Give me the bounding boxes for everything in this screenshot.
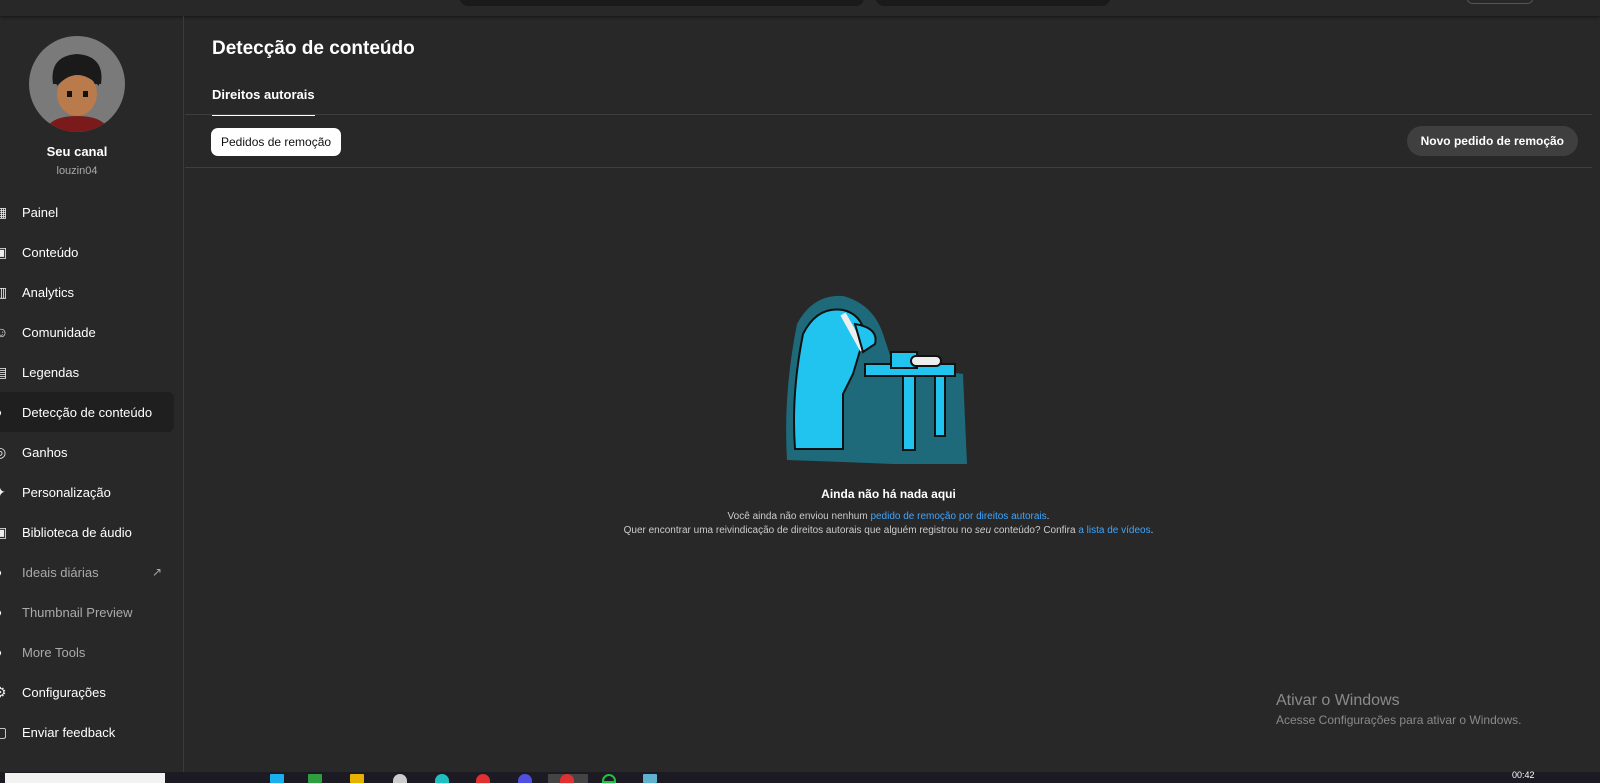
app-icon[interactable] — [270, 774, 284, 783]
avatar[interactable] — [29, 36, 125, 132]
extension-icon: ● — [0, 644, 22, 660]
sidebar-item-ideais-di-rias[interactable]: ●Ideais diárias ↗ — [0, 552, 174, 592]
empty-state-title: Ainda não há nada aqui — [821, 487, 956, 501]
sidebar-item-thumbnail-preview[interactable]: ●Thumbnail Preview — [0, 592, 174, 632]
sidebar-item-enviar-feedback[interactable]: ▢ Enviar feedback — [0, 712, 174, 752]
sidebar-item-label: Painel — [22, 204, 59, 220]
customization-icon: ✦ — [0, 484, 22, 501]
community-icon: ☺ — [0, 324, 9, 340]
app-icon[interactable] — [518, 774, 532, 783]
main-content: Detecção de conteúdo Direitos autorais P… — [185, 16, 1592, 772]
sidebar-item-label: Thumbnail Preview — [22, 604, 133, 620]
app-icon[interactable] — [476, 774, 490, 783]
sidebar-item-ganhos[interactable]: ◎ Ganhos — [0, 432, 174, 472]
sidebar-item-comunidade[interactable]: ☺ Comunidade — [0, 312, 174, 352]
sidebar-item-label: Comunidade — [22, 324, 96, 340]
empty-state-text: Você ainda não enviou nenhum pedido de r… — [185, 510, 1592, 538]
app-icon[interactable] — [643, 774, 657, 783]
windows-activation-watermark: Ativar o Windows Acesse Configurações pa… — [1276, 692, 1521, 727]
text: conteúdo? Confira — [991, 525, 1079, 536]
tab-copyright[interactable]: Direitos autorais — [212, 87, 315, 116]
sidebar-item-personaliza-o[interactable]: ✦Personalização — [0, 472, 174, 512]
sidebar-nav: ▦ Painel ▣ Conteúdo ▥ Analytics ☺ Comunidade ▤ Le… — [0, 192, 174, 752]
sidebar-item-detec-o-de-conte-do[interactable]: ●Detecção de conteúdo — [0, 392, 174, 432]
sidebar-item-label: Biblioteca de áudio — [22, 524, 132, 540]
text: seu — [974, 525, 992, 536]
folder-icon[interactable] — [350, 774, 364, 783]
watermark-title: Ativar o Windows — [1276, 692, 1400, 709]
copyright-icon: ● — [0, 404, 22, 420]
search-box-secondary[interactable] — [876, 0, 1110, 6]
empty-state-illustration — [786, 295, 967, 464]
text: Quer encontrar uma reivindicação de dire… — [623, 525, 975, 536]
browser-icon[interactable] — [435, 774, 449, 783]
app-icon[interactable] — [393, 774, 407, 783]
extension-icon: ● — [0, 564, 22, 580]
sidebar-item-label: Ganhos — [22, 444, 68, 460]
audio-library-icon: ▣ — [0, 523, 8, 540]
sidebar-item-conte-do[interactable]: ▣ Conteúdo — [0, 232, 174, 272]
sidebar: Seu canal louzin04 ▦ Painel ▣ Conteúdo ▥ Anal… — [0, 16, 184, 772]
external-link-icon: ↗ — [151, 565, 162, 579]
sidebar-item-label: Ideais diárias — [22, 564, 99, 580]
feedback-icon: ▢ — [0, 723, 8, 740]
settings-icon: ⚙ — [0, 683, 7, 700]
watermark-subtitle: Acesse Configurações para ativar o Windo… — [1276, 713, 1522, 727]
divider — [185, 167, 1592, 168]
analytics-icon: ▥ — [0, 283, 8, 300]
new-removal-request-button[interactable]: Novo pedido de remoção — [1406, 126, 1578, 156]
clock[interactable]: 00:42 — [1512, 770, 1535, 780]
sidebar-item-more-tools[interactable]: ●More Tools — [0, 632, 174, 672]
sidebar-item-biblioteca-de-udio[interactable]: ▣ Biblioteca de áudio — [0, 512, 174, 552]
video-list-link[interactable]: a lista de vídeos — [1078, 525, 1150, 536]
extension-icon: ● — [0, 604, 22, 620]
dashboard-icon: ▦ — [0, 203, 8, 220]
sidebar-item-label: Enviar feedback — [22, 724, 116, 740]
text: . — [1150, 525, 1154, 536]
search-box[interactable] — [460, 0, 864, 6]
sidebar-item-label: Configurações — [22, 684, 106, 700]
sidebar-item-label: Legendas — [22, 364, 80, 380]
taskbar-search[interactable] — [5, 773, 165, 783]
removal-request-link[interactable]: pedido de remoção por direitos autorais — [870, 511, 1046, 522]
content-icon: ▣ — [0, 243, 8, 260]
app-icon[interactable] — [308, 774, 322, 783]
channel-handle: louzin04 — [56, 165, 98, 177]
sidebar-item-label: Conteúdo — [22, 244, 79, 260]
create-button[interactable] — [1466, 0, 1534, 4]
avatar-image — [45, 54, 109, 132]
sidebar-item-label: More Tools — [22, 644, 86, 660]
text: Você ainda não enviou nenhum — [727, 511, 871, 522]
subtitles-icon: ▤ — [0, 363, 8, 380]
page-title: Detecção de conteúdo — [212, 38, 415, 59]
app-icon[interactable] — [602, 774, 616, 783]
removal-requests-chip[interactable]: Pedidos de remoção — [211, 128, 342, 156]
divider — [185, 114, 1592, 115]
sidebar-item-configura-es[interactable]: ⚙ Configurações — [0, 672, 174, 712]
sidebar-item-label: Analytics — [22, 284, 75, 300]
top-bar — [0, 0, 1600, 16]
text: . — [1046, 511, 1050, 522]
sidebar-item-analytics[interactable]: ▥ Analytics — [0, 272, 174, 312]
taskbar: 00:42 — [0, 770, 1600, 783]
channel-title: Seu canal — [46, 144, 108, 159]
sidebar-item-legendas[interactable]: ▤ Legendas — [0, 352, 174, 392]
sidebar-item-label: Personalização — [22, 484, 111, 500]
sidebar-item-painel[interactable]: ▦ Painel — [0, 192, 174, 232]
earn-icon: ◎ — [0, 443, 7, 460]
sidebar-item-label: Detecção de conteúdo — [22, 404, 153, 420]
chrome-icon[interactable] — [560, 774, 574, 783]
